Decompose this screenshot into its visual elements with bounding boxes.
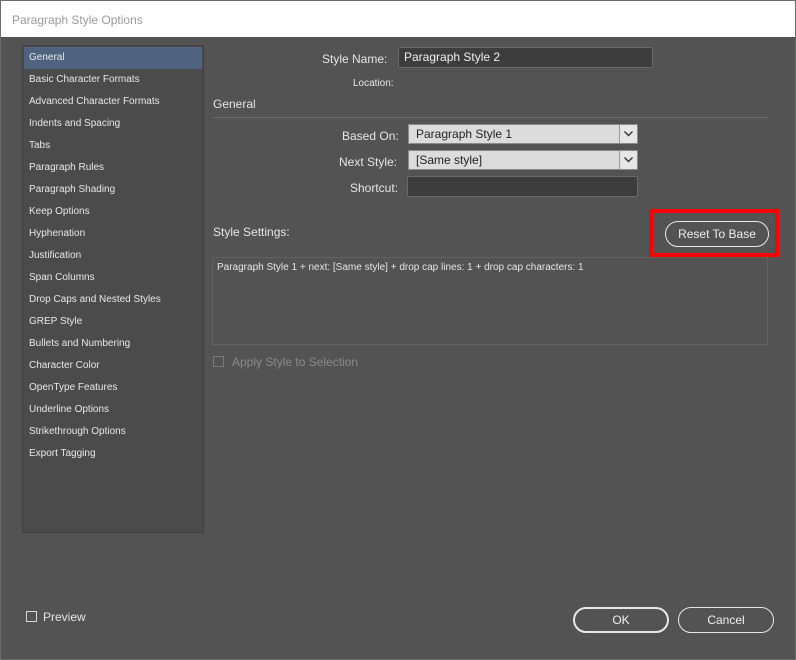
based-on-value: Paragraph Style 1: [416, 127, 513, 141]
next-style-value: [Same style]: [416, 153, 483, 167]
style-name-label: Style Name:: [322, 52, 388, 66]
section-divider: [213, 117, 769, 118]
sidebar-item-span-columns[interactable]: Span Columns: [24, 267, 202, 289]
sidebar-item-underline-options[interactable]: Underline Options: [24, 399, 202, 421]
highlight-annotation: [649, 209, 779, 257]
section-title-general: General: [213, 97, 256, 111]
sidebar-item-grep-style[interactable]: GREP Style: [24, 311, 202, 333]
sidebar-item-basic-character-formats[interactable]: Basic Character Formats: [24, 69, 202, 91]
apply-style-label: Apply Style to Selection: [232, 355, 359, 369]
dialog-body: General Basic Character Formats Advanced…: [1, 37, 795, 659]
sidebar-item-keep-options[interactable]: Keep Options: [24, 201, 202, 223]
based-on-label: Based On:: [342, 129, 399, 143]
category-list: General Basic Character Formats Advanced…: [22, 45, 204, 533]
sidebar-item-opentype-features[interactable]: OpenType Features: [24, 377, 202, 399]
preview-checkbox[interactable]: [26, 611, 37, 622]
style-name-input[interactable]: Paragraph Style 2: [398, 47, 653, 68]
sidebar-item-paragraph-shading[interactable]: Paragraph Shading: [24, 179, 202, 201]
style-settings-summary: Paragraph Style 1 + next: [Same style] +…: [212, 257, 768, 345]
title-bar: Paragraph Style Options: [1, 1, 795, 37]
sidebar-item-drop-caps-and-nested-styles[interactable]: Drop Caps and Nested Styles: [24, 289, 202, 311]
sidebar-item-indents-and-spacing[interactable]: Indents and Spacing: [24, 113, 202, 135]
sidebar-item-justification[interactable]: Justification: [24, 245, 202, 267]
sidebar-item-advanced-character-formats[interactable]: Advanced Character Formats: [24, 91, 202, 113]
shortcut-input[interactable]: [407, 176, 638, 197]
chevron-down-icon[interactable]: [619, 151, 637, 169]
based-on-select[interactable]: Paragraph Style 1: [408, 124, 638, 144]
sidebar-item-export-tagging[interactable]: Export Tagging: [24, 443, 202, 465]
sidebar-item-character-color[interactable]: Character Color: [24, 355, 202, 377]
window-title: Paragraph Style Options: [12, 13, 143, 27]
style-settings-label: Style Settings:: [213, 225, 290, 239]
apply-style-checkbox[interactable]: [213, 356, 224, 367]
next-style-select[interactable]: [Same style]: [408, 150, 638, 170]
sidebar-item-strikethrough-options[interactable]: Strikethrough Options: [24, 421, 202, 443]
shortcut-label: Shortcut:: [350, 181, 399, 195]
preview-label: Preview: [43, 610, 86, 624]
ok-button[interactable]: OK: [573, 607, 669, 633]
paragraph-style-options-dialog: Paragraph Style Options General Basic Ch…: [0, 0, 796, 660]
location-label: Location:: [353, 78, 394, 89]
cancel-button[interactable]: Cancel: [678, 607, 774, 633]
chevron-down-icon[interactable]: [619, 125, 637, 143]
sidebar-item-bullets-and-numbering[interactable]: Bullets and Numbering: [24, 333, 202, 355]
next-style-label: Next Style:: [339, 155, 398, 169]
sidebar-item-general[interactable]: General: [24, 47, 202, 69]
sidebar-item-paragraph-rules[interactable]: Paragraph Rules: [24, 157, 202, 179]
sidebar-item-hyphenation[interactable]: Hyphenation: [24, 223, 202, 245]
sidebar-item-tabs[interactable]: Tabs: [24, 135, 202, 157]
